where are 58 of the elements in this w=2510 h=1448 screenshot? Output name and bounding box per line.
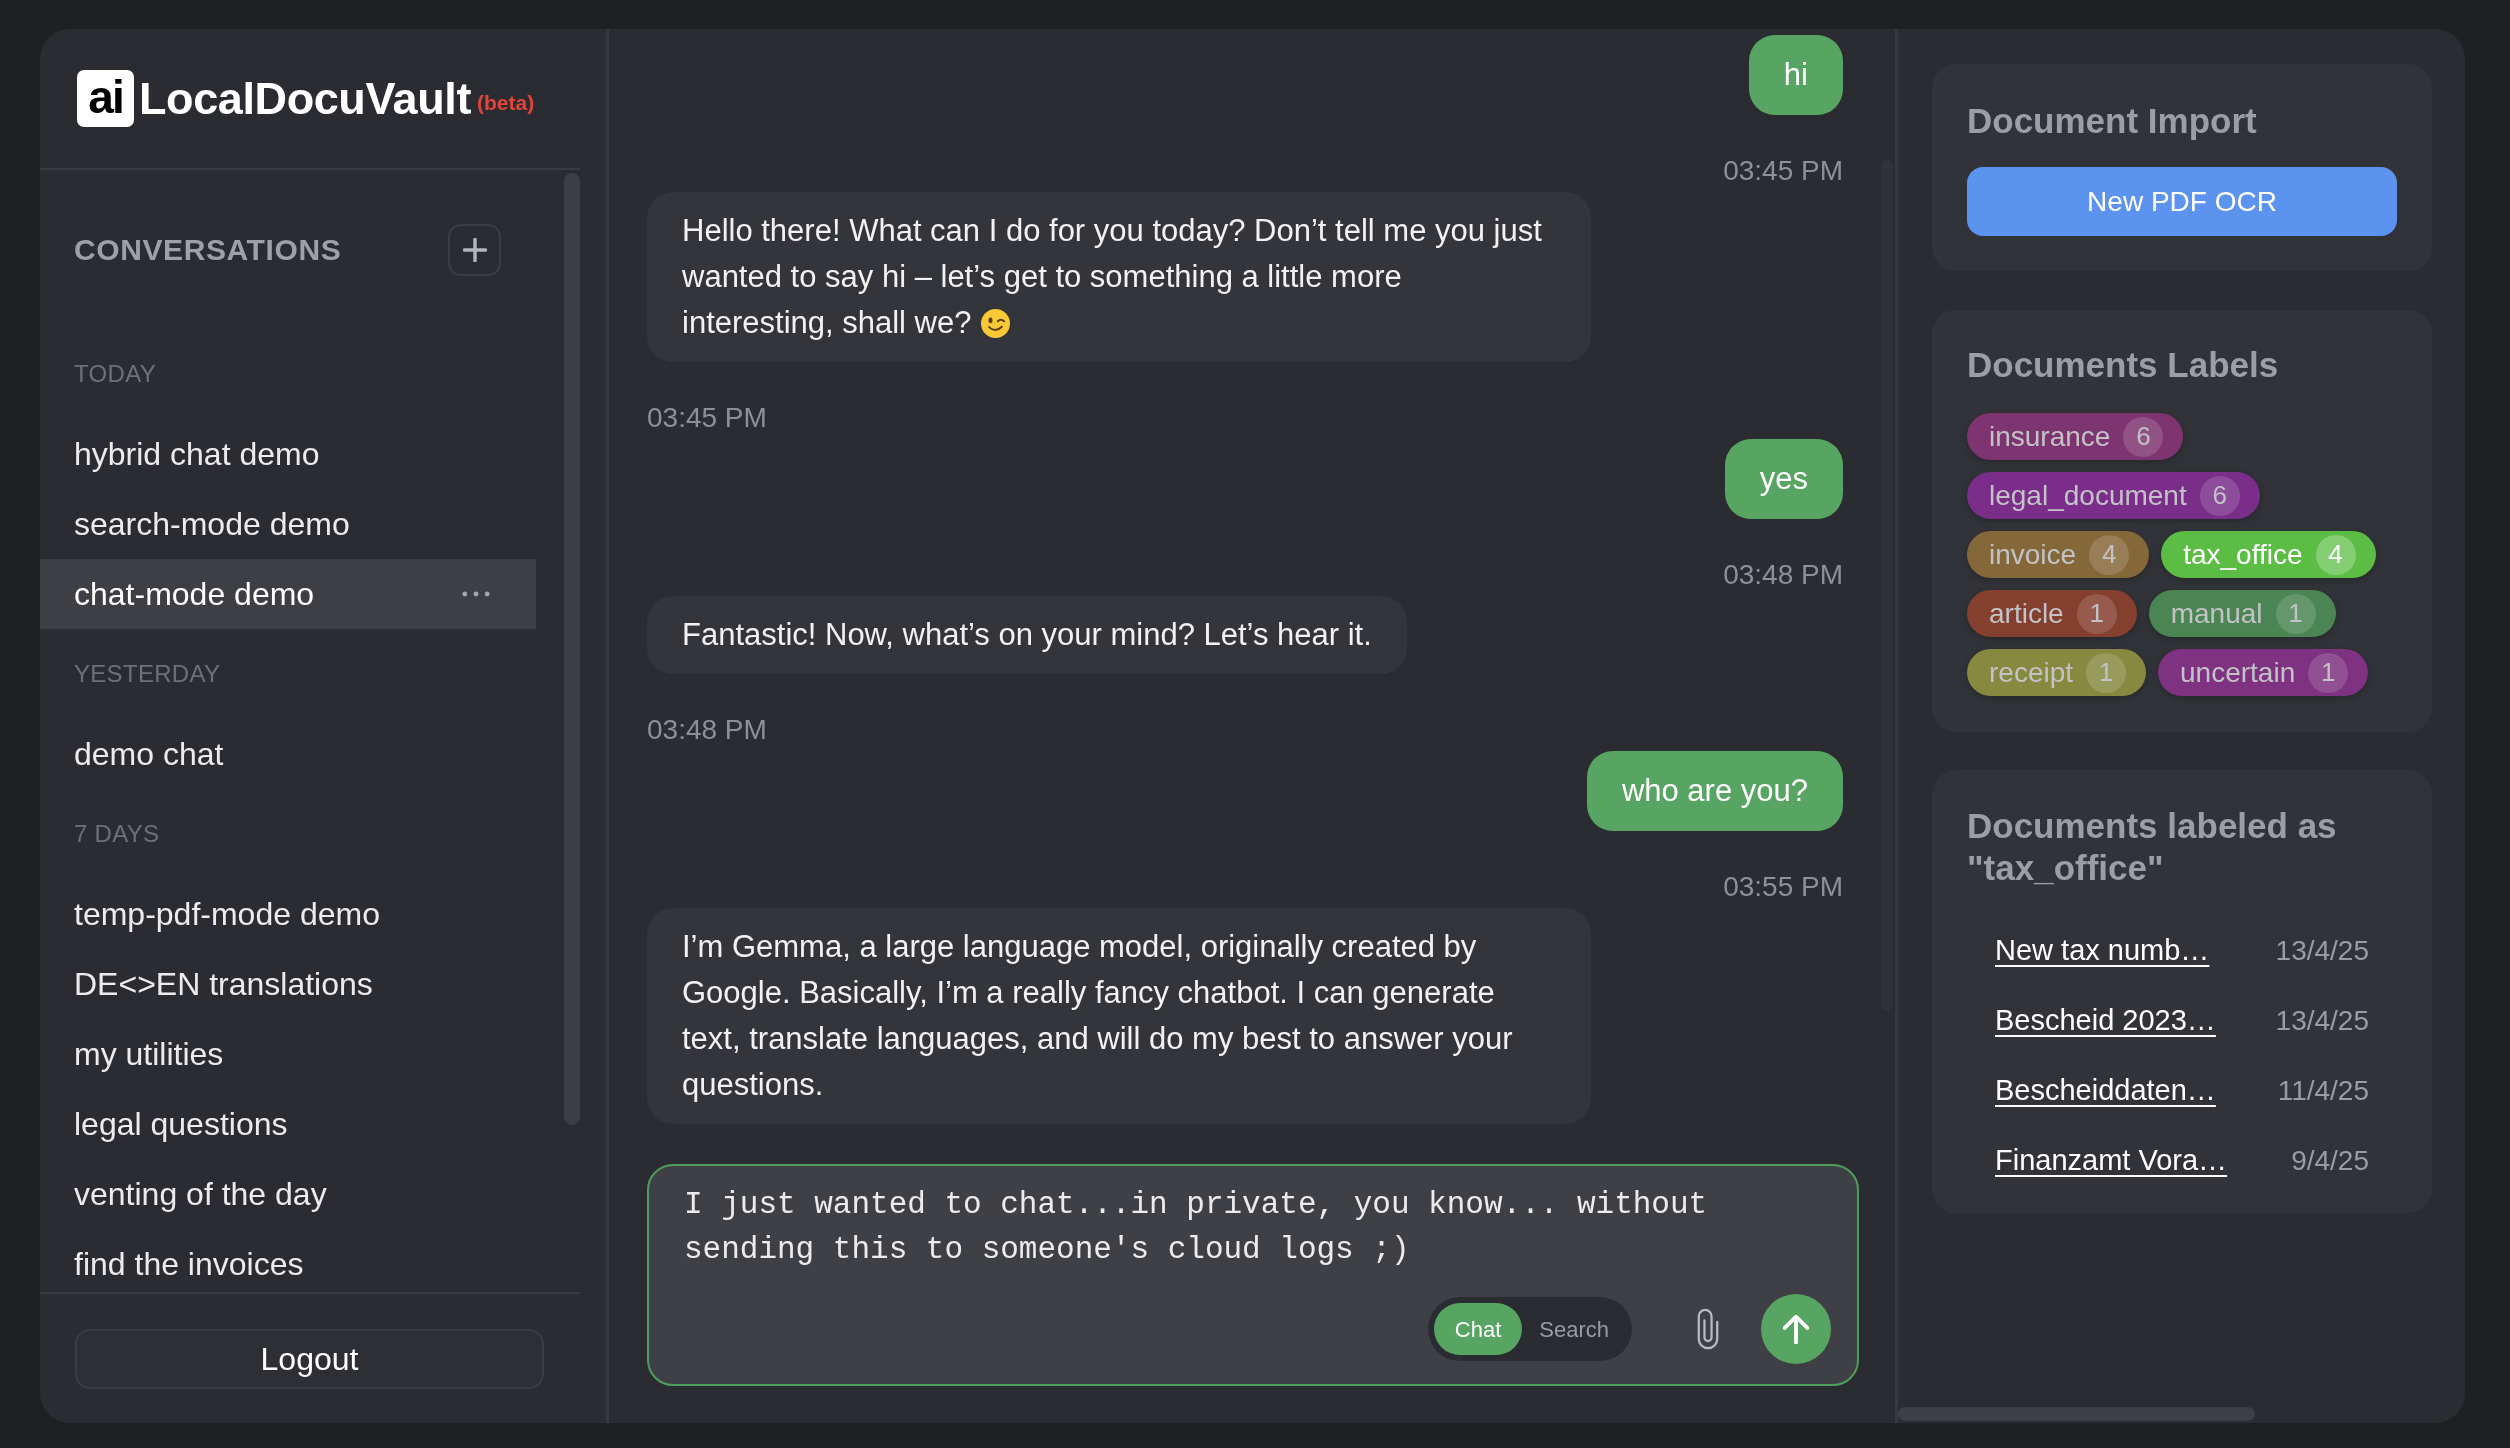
ellipsis-icon[interactable] bbox=[462, 591, 490, 597]
logo-mark: ai bbox=[77, 70, 134, 127]
section-heading: YESTERDAY bbox=[74, 659, 221, 689]
document-date: 13/4/25 bbox=[2275, 934, 2369, 968]
beta-label: (beta) bbox=[476, 92, 535, 113]
label-tag[interactable]: article 1 bbox=[1967, 590, 2137, 637]
conversation-item[interactable]: chat-mode demo bbox=[40, 559, 536, 629]
message-time: 03:48 PM bbox=[647, 714, 767, 746]
conversation-item[interactable]: DE<>EN translations bbox=[40, 949, 536, 1019]
document-date: 11/4/25 bbox=[2277, 1074, 2369, 1108]
label-count: 4 bbox=[2089, 534, 2130, 575]
document-link[interactable]: Finanzamt Vora… bbox=[1995, 1139, 2228, 1183]
message-text: who are you? bbox=[1621, 773, 1808, 808]
plus-icon bbox=[462, 237, 487, 262]
card-title: Documents labeled as "tax_office" bbox=[1967, 805, 2338, 889]
message-text: Hello there! What can I do for you today? Don’t tell me you just wanted to say hi – let’s get to something a little more interesting, shall we? bbox=[682, 213, 1542, 340]
conversation-item[interactable]: find the invoices bbox=[40, 1229, 536, 1292]
label-count: 1 bbox=[2086, 652, 2127, 693]
new-conversation-button[interactable] bbox=[448, 223, 501, 276]
document-date: 9/4/25 bbox=[2291, 1144, 2369, 1178]
label-count: 6 bbox=[2123, 416, 2164, 457]
message-text: hi bbox=[1783, 57, 1808, 92]
section-heading: 7 DAYS bbox=[74, 819, 160, 849]
label-count: 1 bbox=[2275, 593, 2316, 634]
label-count: 1 bbox=[2308, 652, 2349, 693]
card-title: Document Import bbox=[1967, 100, 2258, 142]
message-time: 03:45 PM bbox=[1723, 155, 1843, 187]
message-input[interactable]: I just wanted to chat...in private, you know... without sending this to someone's cloud logs ;) bbox=[649, 1166, 1857, 1272]
arrow-up-icon bbox=[1783, 1314, 1809, 1344]
section-heading: TODAY bbox=[74, 359, 156, 389]
conversation-item[interactable]: my utilities bbox=[40, 1019, 536, 1089]
label-count: 6 bbox=[2199, 475, 2240, 516]
label-tag[interactable]: legal_document 6 bbox=[1967, 472, 2260, 519]
card-title: Documents Labels bbox=[1967, 344, 2280, 386]
message-time: 03:48 PM bbox=[1723, 559, 1843, 591]
conversation-item[interactable]: venting of the day bbox=[40, 1159, 536, 1229]
document-link[interactable]: Bescheiddaten… bbox=[1995, 1069, 2216, 1113]
label-tag[interactable]: insurance 6 bbox=[1967, 413, 2184, 460]
message-text: I’m Gemma, a large language model, originally created by Google. Basically, I’m a really fancy chatbot. I can generate text, translate languages, and will do my best to answer your questions. bbox=[682, 929, 1513, 1102]
section-title: CONVERSATIONS bbox=[74, 232, 342, 268]
conversation-item[interactable]: demo chat bbox=[40, 719, 536, 789]
logout-button[interactable]: Logout bbox=[75, 1328, 544, 1389]
message-time: 03:45 PM bbox=[647, 402, 767, 434]
mode-tab[interactable]: Search bbox=[1522, 1303, 1626, 1355]
conversation-item[interactable]: temp-pdf-mode demo bbox=[40, 879, 536, 949]
document-link[interactable]: Bescheid 2023… bbox=[1995, 999, 2216, 1043]
message-time: 03:55 PM bbox=[1723, 871, 1843, 903]
document-date: 13/4/25 bbox=[2275, 1004, 2369, 1038]
app-name: LocalDocuVault bbox=[139, 76, 471, 121]
conversation-item[interactable]: search-mode demo bbox=[40, 489, 536, 559]
label-count: 1 bbox=[2076, 593, 2117, 634]
label-count: 4 bbox=[2315, 534, 2356, 575]
message-text: Fantastic! Now, what’s on your mind? Let’s hear it. bbox=[682, 617, 1372, 652]
conversation-item[interactable]: hybrid chat demo bbox=[40, 419, 536, 489]
conversation-item[interactable]: legal questions bbox=[40, 1089, 536, 1159]
label-tag[interactable]: uncertain 1 bbox=[2158, 649, 2369, 696]
message-text: yes bbox=[1759, 461, 1808, 496]
document-link[interactable]: New tax numb… bbox=[1995, 929, 2210, 973]
